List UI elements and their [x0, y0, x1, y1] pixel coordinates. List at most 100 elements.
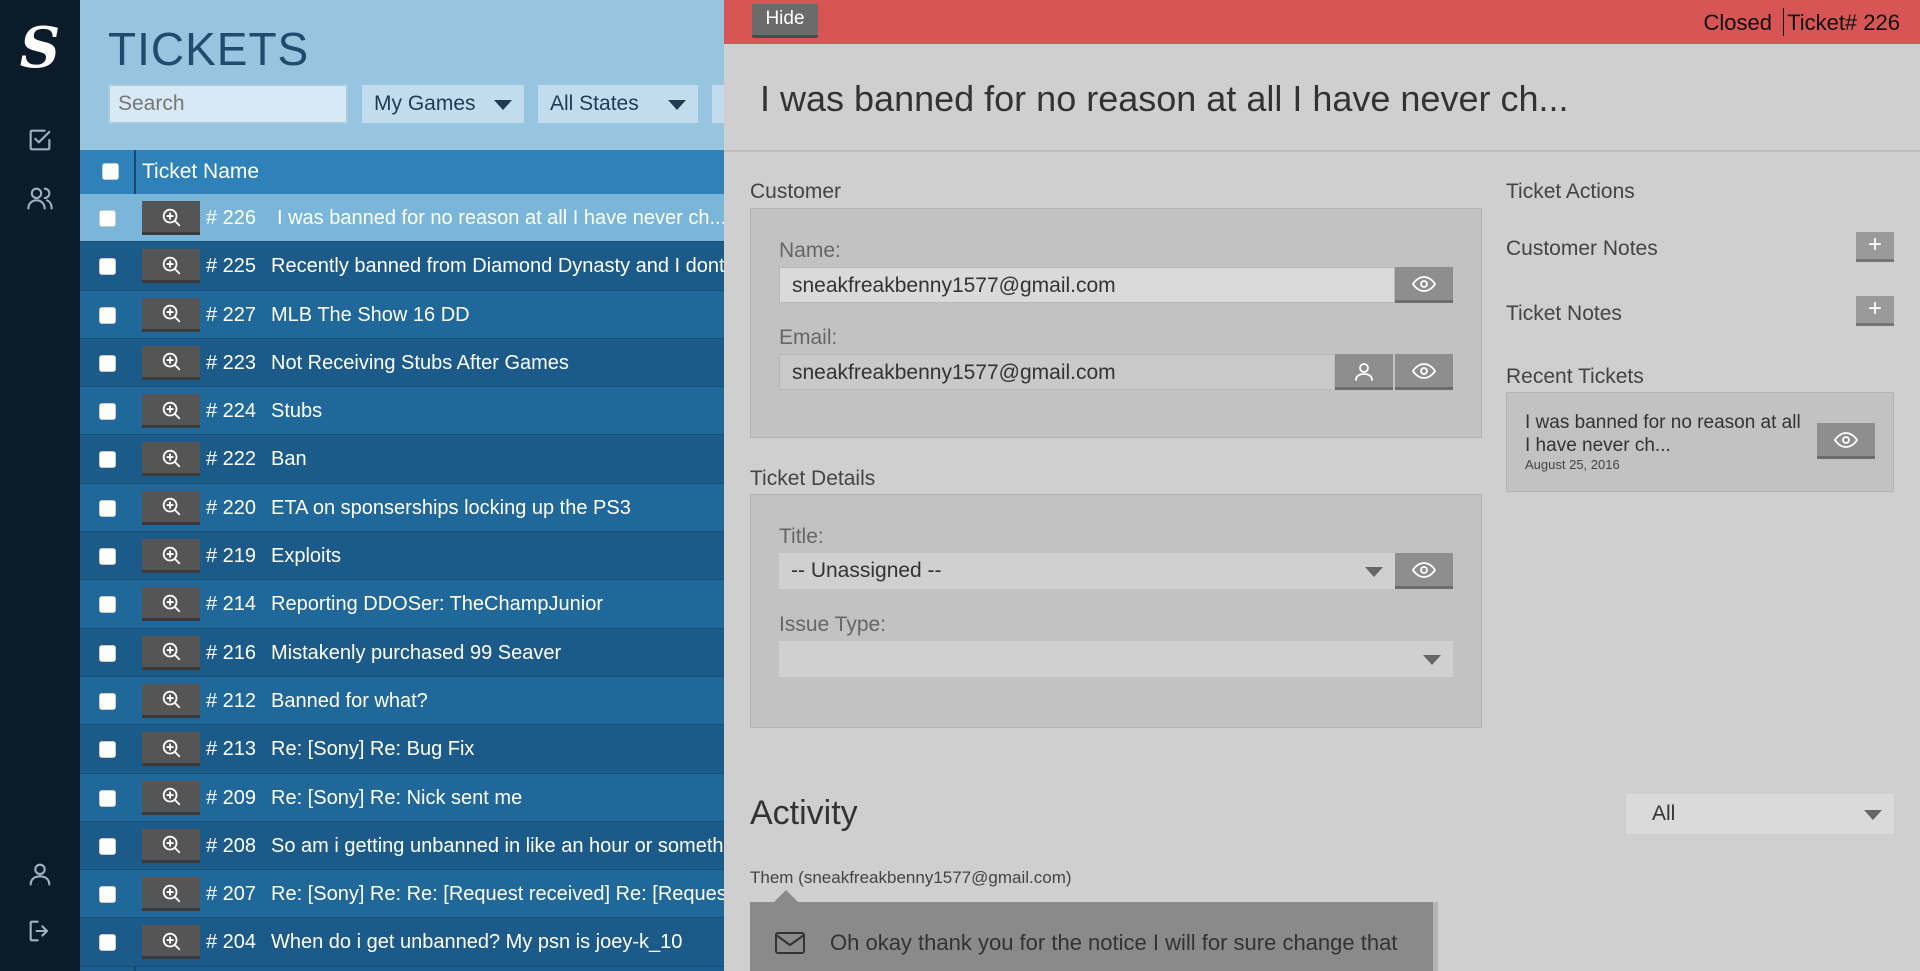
table-row[interactable]: # 224 Stubs — [80, 387, 724, 436]
table-row[interactable]: # 216 Mistakenly purchased 99 Seaver — [80, 628, 724, 677]
zoom-in-icon[interactable] — [142, 297, 200, 332]
table-row[interactable]: # 222 Ban — [80, 435, 724, 484]
table-row[interactable]: # 223 Not Receiving Stubs After Games — [80, 338, 724, 388]
table-row[interactable]: # 219 Exploits — [80, 532, 724, 581]
chevron-down-icon — [1864, 810, 1882, 820]
zoom-in-icon[interactable] — [142, 925, 200, 960]
view-recent-ticket-button[interactable] — [1817, 423, 1875, 459]
eye-icon — [1834, 431, 1858, 448]
title-label: Title: — [779, 525, 824, 548]
title-select[interactable]: -- Unassigned -- — [779, 553, 1395, 589]
activity-filter-select[interactable]: All — [1626, 794, 1894, 834]
zoom-in-icon[interactable] — [142, 249, 200, 284]
mail-icon — [774, 930, 806, 961]
row-checkbox[interactable] — [99, 548, 116, 566]
add-ticket-note-button[interactable]: + — [1856, 296, 1894, 326]
ticket-number: # 209 — [206, 786, 257, 809]
zoom-in-icon[interactable] — [142, 877, 200, 912]
row-checkbox[interactable] — [99, 741, 116, 759]
name-label: Name: — [779, 239, 841, 262]
ticket-name: I was banned for no reason at all I have… — [277, 207, 724, 229]
games-filter[interactable]: My Games — [362, 85, 524, 123]
zoom-in-icon[interactable] — [142, 683, 200, 718]
eye-icon — [1412, 362, 1436, 379]
row-checkbox[interactable] — [99, 596, 116, 614]
row-checkbox[interactable] — [99, 692, 116, 710]
zoom-in-icon[interactable] — [142, 201, 200, 235]
games-filter-label: My Games — [374, 92, 476, 115]
ticket-number: # 208 — [206, 834, 257, 857]
table-row[interactable]: # 213 Re: [Sony] Re: Bug Fix — [80, 725, 724, 774]
row-checkbox[interactable] — [99, 886, 116, 904]
eye-icon — [1412, 561, 1436, 578]
row-checkbox[interactable] — [99, 499, 116, 517]
table-row[interactable]: # 214 Reporting DDOSer: TheChampJunior — [80, 580, 724, 629]
table-row[interactable]: # 220 ETA on sponserships locking up the … — [80, 483, 724, 533]
table-row[interactable]: # 226 I was banned for no reason at all I… — [80, 194, 724, 243]
row-checkbox[interactable] — [99, 258, 116, 276]
zoom-in-icon[interactable] — [142, 345, 200, 380]
issue-type-select[interactable] — [779, 641, 1453, 677]
eye-icon — [1412, 275, 1436, 292]
zoom-in-icon[interactable] — [142, 539, 200, 574]
table-row[interactable]: # 204 When do i get unbanned? My psn is j… — [80, 918, 724, 967]
row-checkbox[interactable] — [99, 837, 116, 855]
email-label: Email: — [779, 326, 838, 349]
table-row[interactable]: # 207 Re: [Sony] Re: Re: [Request receive… — [80, 870, 724, 919]
row-checkbox[interactable] — [99, 789, 116, 807]
profile-icon[interactable] — [24, 858, 56, 890]
states-filter[interactable]: All States — [538, 85, 698, 123]
view-name-button[interactable] — [1395, 267, 1453, 303]
ticket-number: # 223 — [206, 351, 257, 374]
logout-icon[interactable] — [24, 915, 56, 947]
table-row[interactable]: # 208 So am i getting unbanned in like an… — [80, 821, 724, 871]
ticket-name: Exploits — [271, 545, 342, 568]
view-email-button[interactable] — [1395, 354, 1453, 390]
ticket-number: # 214 — [206, 593, 257, 616]
row-checkbox[interactable] — [99, 306, 116, 324]
zoom-in-icon[interactable] — [142, 394, 200, 429]
zoom-in-icon[interactable] — [142, 780, 200, 815]
filter-overflow[interactable] — [712, 85, 724, 123]
row-checkbox[interactable] — [99, 644, 116, 662]
add-customer-note-button[interactable]: + — [1856, 232, 1894, 262]
name-field[interactable]: sneakfreakbenny1577@gmail.com — [779, 267, 1395, 303]
message-sender: Them (sneakfreakbenny1577@gmail.com) — [750, 868, 1072, 887]
select-all-checkbox[interactable] — [102, 163, 119, 180]
zoom-in-icon[interactable] — [142, 828, 200, 863]
tickets-icon[interactable] — [24, 124, 56, 156]
zoom-in-icon[interactable] — [142, 490, 200, 525]
users-icon[interactable] — [24, 182, 56, 214]
zoom-in-icon[interactable] — [142, 732, 200, 767]
zoom-in-icon[interactable] — [142, 587, 200, 622]
email-field[interactable]: sneakfreakbenny1577@gmail.com — [779, 354, 1335, 390]
search-input[interactable] — [108, 84, 348, 124]
zoom-in-icon[interactable] — [142, 442, 200, 477]
recent-tickets-label: Recent Tickets — [1506, 365, 1644, 388]
ticket-name: Banned for what? — [271, 689, 428, 712]
ticket-name: Re: [Sony] Re: Re: [Request received] Re… — [271, 883, 724, 906]
ticket-name: Reporting DDOSer: TheChampJunior — [271, 593, 604, 616]
ticket-details-card: Title: -- Unassigned -- Issue Type: — [750, 494, 1482, 728]
customer-profile-button[interactable] — [1335, 354, 1393, 390]
view-title-button[interactable] — [1395, 553, 1453, 589]
ticket-topbar: Hide Closed Ticket# 226 — [724, 0, 1920, 44]
table-row[interactable]: # 209 Re: [Sony] Re: Nick sent me — [80, 773, 724, 822]
recent-ticket-title: I was banned for no reason at all I have… — [1525, 412, 1801, 456]
row-checkbox[interactable] — [99, 354, 116, 372]
row-checkbox[interactable] — [99, 451, 116, 469]
row-checkbox[interactable] — [99, 403, 116, 421]
row-checkbox[interactable] — [99, 934, 116, 952]
chevron-down-icon — [668, 100, 686, 110]
recent-ticket-card[interactable]: I was banned for no reason at all I have… — [1506, 392, 1894, 492]
ticket-actions-label: Ticket Actions — [1506, 180, 1635, 203]
table-row[interactable]: # 225 Recently banned from Diamond Dynast… — [80, 242, 724, 291]
zoom-in-icon[interactable] — [142, 635, 200, 670]
title-select-value: -- Unassigned -- — [791, 559, 942, 582]
row-checkbox[interactable] — [99, 210, 116, 227]
table-row[interactable]: # 212 Banned for what? — [80, 676, 724, 726]
activity-filter-value: All — [1652, 802, 1676, 825]
table-row[interactable]: # 227 MLB The Show 16 DD — [80, 290, 724, 339]
ticket-detail-panel: Hide Closed Ticket# 226 I was banned for… — [724, 0, 1920, 971]
hide-button[interactable]: Hide — [752, 4, 818, 38]
